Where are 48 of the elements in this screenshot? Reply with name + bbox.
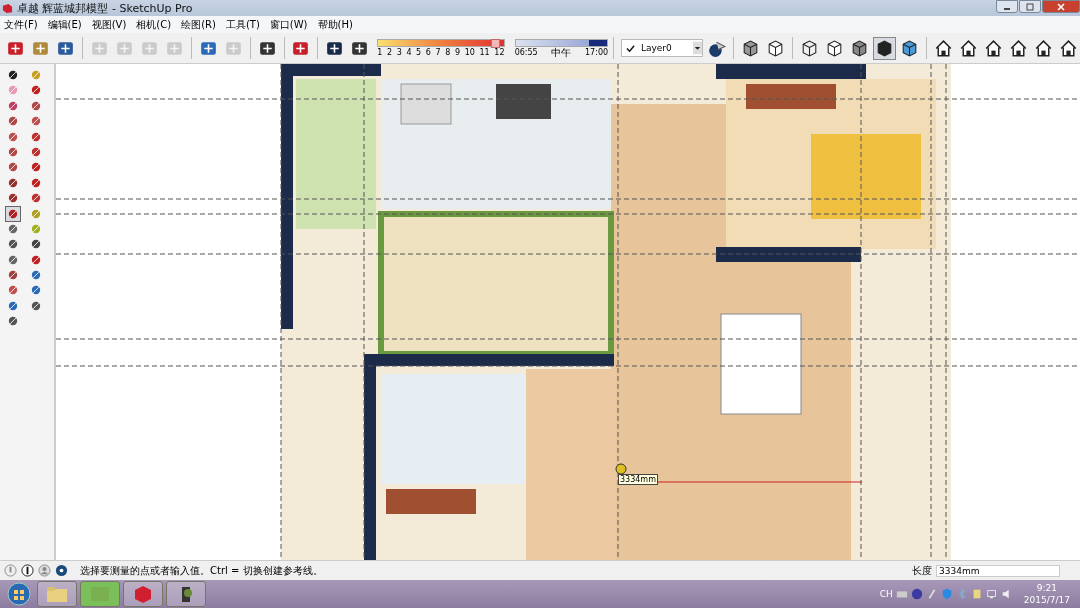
date-slider[interactable] — [377, 39, 505, 47]
month-label: 9 — [454, 48, 461, 57]
menu-item[interactable]: 帮助(H) — [317, 17, 353, 32]
menu-item[interactable]: 相机(C) — [136, 17, 172, 32]
app-logo-icon — [2, 2, 13, 14]
month-label: 7 — [435, 48, 441, 57]
month-label: 6 — [425, 48, 431, 57]
measurement-label: 长度 — [912, 563, 932, 578]
month-label: 4 — [406, 48, 412, 57]
maximize-icon — [1025, 2, 1035, 11]
layer-name: Layer0 — [640, 43, 673, 53]
month-label: 2 — [386, 48, 393, 57]
month-label: 1 — [377, 48, 383, 57]
sketchup-taskbar-button[interactable] — [123, 581, 163, 607]
month-label: 8 — [445, 48, 451, 57]
folder-icon — [45, 584, 69, 604]
measure-tooltip: 3334mm — [618, 474, 658, 485]
drawing-canvas[interactable]: 3334mm — [56, 64, 1080, 560]
menu-item[interactable]: 窗口(W) — [269, 17, 308, 32]
menu-item[interactable]: 绘图(R) — [181, 17, 216, 32]
time-label: 17:00 — [585, 47, 609, 58]
info-icon[interactable] — [21, 564, 34, 577]
start-button[interactable] — [4, 581, 34, 607]
measurement-field[interactable]: 3334mm — [936, 564, 1060, 577]
month-label: 3 — [396, 48, 402, 57]
window-title: 卓越 辉蓝城邦模型 - SketchUp Pro — [17, 0, 193, 16]
minimize-button[interactable] — [996, 0, 1018, 13]
month-label: 12 — [494, 48, 505, 57]
menu-item[interactable]: 文件(F) — [4, 17, 38, 32]
status-hint: 选择要测量的点或者输入值。Ctrl = 切换创建参考线。 — [80, 563, 323, 578]
time-label: 中午 — [551, 47, 572, 58]
menu-item[interactable]: 编辑(E) — [47, 17, 82, 32]
tape-measure-cursor-icon — [615, 463, 627, 475]
slider-thumb[interactable] — [490, 39, 500, 48]
time-slider[interactable] — [514, 38, 609, 47]
menu-item[interactable]: 视图(V) — [91, 17, 127, 32]
month-label: 10 — [464, 48, 475, 57]
checkmark-icon — [625, 43, 635, 53]
close-button[interactable] — [1042, 0, 1080, 13]
close-icon — [1056, 2, 1066, 11]
menu-item[interactable]: 工具(T) — [225, 17, 260, 32]
camera-taskbar-button[interactable] — [166, 581, 206, 607]
slider-thumb[interactable] — [515, 39, 589, 46]
time-label: 06:55 — [514, 47, 538, 58]
month-label: 11 — [479, 48, 490, 57]
month-label: 5 — [416, 48, 422, 57]
user-icon[interactable] — [38, 564, 51, 577]
layer-dropdown[interactable]: Layer0 — [620, 39, 704, 57]
